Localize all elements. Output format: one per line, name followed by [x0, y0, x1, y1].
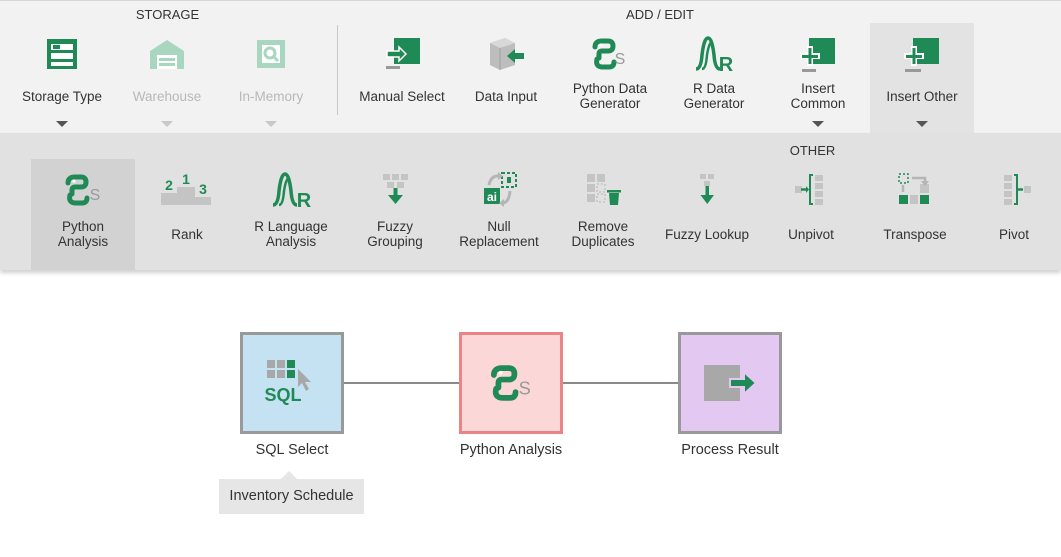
rank-3-glyph: 3 — [199, 181, 207, 197]
in-memory-icon — [257, 40, 285, 68]
insert-common-dropdown-arrow[interactable] — [812, 121, 824, 127]
insert-other-dropdown-arrow[interactable] — [916, 121, 928, 127]
r-language-analysis-label-line2: Analysis — [265, 234, 317, 249]
warehouse-dropdown-arrow[interactable] — [161, 121, 173, 127]
ribbon-toolbar: STORAGE ADD / EDIT Storage Type Warehous… — [0, 0, 1061, 134]
data-input-icon — [490, 38, 524, 70]
insert-other-dropdown-panel: OTHER S Python Analysis 2 1 3 Rank R R L… — [0, 133, 1061, 270]
process-result-node[interactable] — [678, 332, 782, 434]
connector-python-to-result — [563, 382, 678, 384]
insert-common-button[interactable]: Insert Common — [766, 23, 870, 134]
python-analysis-menu-item[interactable]: S Python Analysis — [31, 159, 135, 270]
python-letter-glyph: S — [519, 377, 531, 398]
fuzzy-lookup-menu-item[interactable]: Fuzzy Lookup — [655, 159, 759, 270]
remove-duplicates-label-line2: Duplicates — [571, 234, 635, 249]
connector-sql-to-python — [344, 382, 459, 384]
remove-duplicates-menu-item[interactable]: Remove Duplicates — [551, 159, 655, 270]
python-letter-glyph: S — [615, 51, 626, 68]
r-data-generator-label-line2: Generator — [683, 96, 745, 111]
process-result-icon — [704, 365, 758, 401]
null-replacement-icon: ai — [484, 172, 517, 207]
rank-menu-item[interactable]: 2 1 3 Rank — [135, 159, 239, 270]
warehouse-label: Warehouse — [132, 89, 202, 104]
r-language-analysis-label-line1: R Language — [254, 219, 328, 234]
r-data-generator-label-line1: R Data — [692, 81, 736, 96]
python-letter-glyph: S — [90, 187, 101, 204]
r-letter-glyph: R — [719, 54, 734, 75]
in-memory-label: In-Memory — [238, 89, 304, 104]
fuzzy-grouping-icon — [383, 174, 408, 204]
inventory-schedule-tooltip: Inventory Schedule — [219, 471, 364, 514]
remove-duplicates-label-line1: Remove — [577, 219, 629, 234]
storage-type-label: Storage Type — [21, 89, 103, 104]
python-analysis-label-line1: Python — [61, 219, 105, 234]
rank-icon: 2 1 3 — [161, 171, 211, 205]
manual-select-icon — [386, 38, 420, 69]
fuzzy-lookup-icon — [700, 174, 714, 204]
pivot-menu-item[interactable]: Pivot — [967, 159, 1061, 270]
rank-2-glyph: 2 — [165, 177, 173, 193]
fuzzy-grouping-label-line2: Grouping — [367, 234, 423, 249]
transpose-label: Transpose — [883, 227, 947, 242]
transpose-menu-item[interactable]: Transpose — [863, 159, 967, 270]
python-analysis-node-icon: S — [491, 365, 531, 401]
ribbon-divider — [337, 25, 338, 115]
python-data-generator-label-line1: Python Data — [572, 81, 648, 96]
insert-other-label: Insert Other — [886, 89, 958, 104]
pivot-label: Pivot — [998, 227, 1029, 242]
data-input-button[interactable]: Data Input — [454, 23, 558, 134]
flow-canvas: SQL SQL Select S Python Analysis Process… — [0, 270, 1061, 557]
r-data-generator-button[interactable]: R R Data Generator — [662, 23, 766, 134]
insert-other-button[interactable]: Insert Other — [870, 23, 974, 134]
python-analysis-icon: S — [65, 174, 101, 206]
null-replacement-label-line1: Null — [487, 219, 511, 234]
storage-type-icon — [47, 39, 77, 69]
python-analysis-node[interactable]: S — [459, 332, 563, 434]
insert-common-label-line2: Common — [790, 96, 846, 111]
in-memory-dropdown-arrow[interactable] — [265, 121, 277, 127]
manual-select-button[interactable]: Manual Select — [350, 23, 454, 134]
group-title-add-edit: ADD / EDIT — [626, 7, 694, 22]
rank-label: Rank — [171, 227, 203, 242]
python-analysis-node-label: Python Analysis — [459, 442, 563, 458]
group-title-storage: STORAGE — [135, 7, 200, 22]
unpivot-menu-item[interactable]: Unpivot — [759, 159, 863, 270]
python-data-generator-label-line2: Generator — [579, 96, 641, 111]
r-language-analysis-icon: R — [272, 172, 312, 211]
fuzzy-grouping-label-line1: Fuzzy — [376, 219, 413, 234]
rank-1-glyph: 1 — [182, 171, 190, 187]
submenu-title-other: OTHER — [789, 143, 836, 158]
in-memory-button[interactable]: In-Memory — [220, 23, 322, 134]
null-ai-glyph: ai — [487, 190, 497, 204]
insert-other-icon — [904, 38, 939, 72]
python-data-generator-button[interactable]: S Python Data Generator — [558, 23, 662, 134]
sql-select-icon: SQL — [264, 360, 311, 405]
r-language-analysis-menu-item[interactable]: R R Language Analysis — [239, 159, 343, 270]
unpivot-icon — [795, 174, 823, 205]
warehouse-button[interactable]: Warehouse — [116, 23, 218, 134]
insert-common-icon — [800, 38, 835, 72]
process-result-node-label: Process Result — [681, 442, 779, 458]
fuzzy-lookup-label: Fuzzy Lookup — [664, 227, 750, 242]
insert-common-label-line1: Insert — [801, 81, 835, 96]
remove-duplicates-icon — [587, 174, 621, 205]
data-input-label: Data Input — [474, 89, 538, 104]
python-analysis-label-line2: Analysis — [57, 234, 109, 249]
storage-type-dropdown-arrow[interactable] — [56, 121, 68, 127]
pivot-icon — [1004, 174, 1031, 205]
manual-select-label: Manual Select — [359, 89, 445, 104]
python-data-generator-icon: S — [592, 38, 626, 70]
sql-select-node-label: SQL Select — [255, 442, 329, 458]
warehouse-icon — [150, 40, 184, 69]
null-replacement-menu-item[interactable]: ai Null Replacement — [447, 159, 551, 270]
sql-icon-text: SQL — [264, 385, 301, 405]
sql-select-node[interactable]: SQL — [240, 332, 344, 434]
storage-type-button[interactable]: Storage Type — [10, 23, 114, 134]
r-letter-glyph: R — [297, 190, 312, 211]
null-replacement-label-line2: Replacement — [459, 234, 539, 249]
unpivot-label: Unpivot — [788, 227, 834, 242]
fuzzy-grouping-menu-item[interactable]: Fuzzy Grouping — [343, 159, 447, 270]
r-data-generator-icon: R — [695, 36, 734, 75]
transpose-icon — [898, 173, 929, 204]
